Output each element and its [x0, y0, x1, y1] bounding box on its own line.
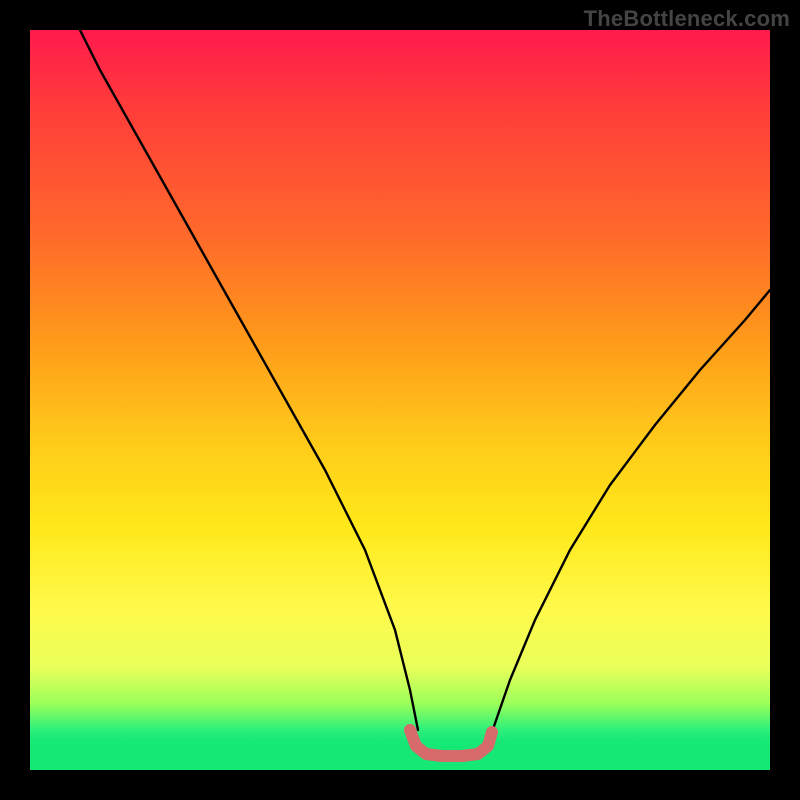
curve-right-branch	[492, 290, 770, 732]
plot-area	[30, 30, 770, 770]
chart-frame: TheBottleneck.com	[0, 0, 800, 800]
curve-left-branch	[80, 30, 418, 730]
curve-valley-highlight	[410, 730, 492, 756]
curve-layer	[30, 30, 770, 770]
watermark-text: TheBottleneck.com	[584, 6, 790, 32]
